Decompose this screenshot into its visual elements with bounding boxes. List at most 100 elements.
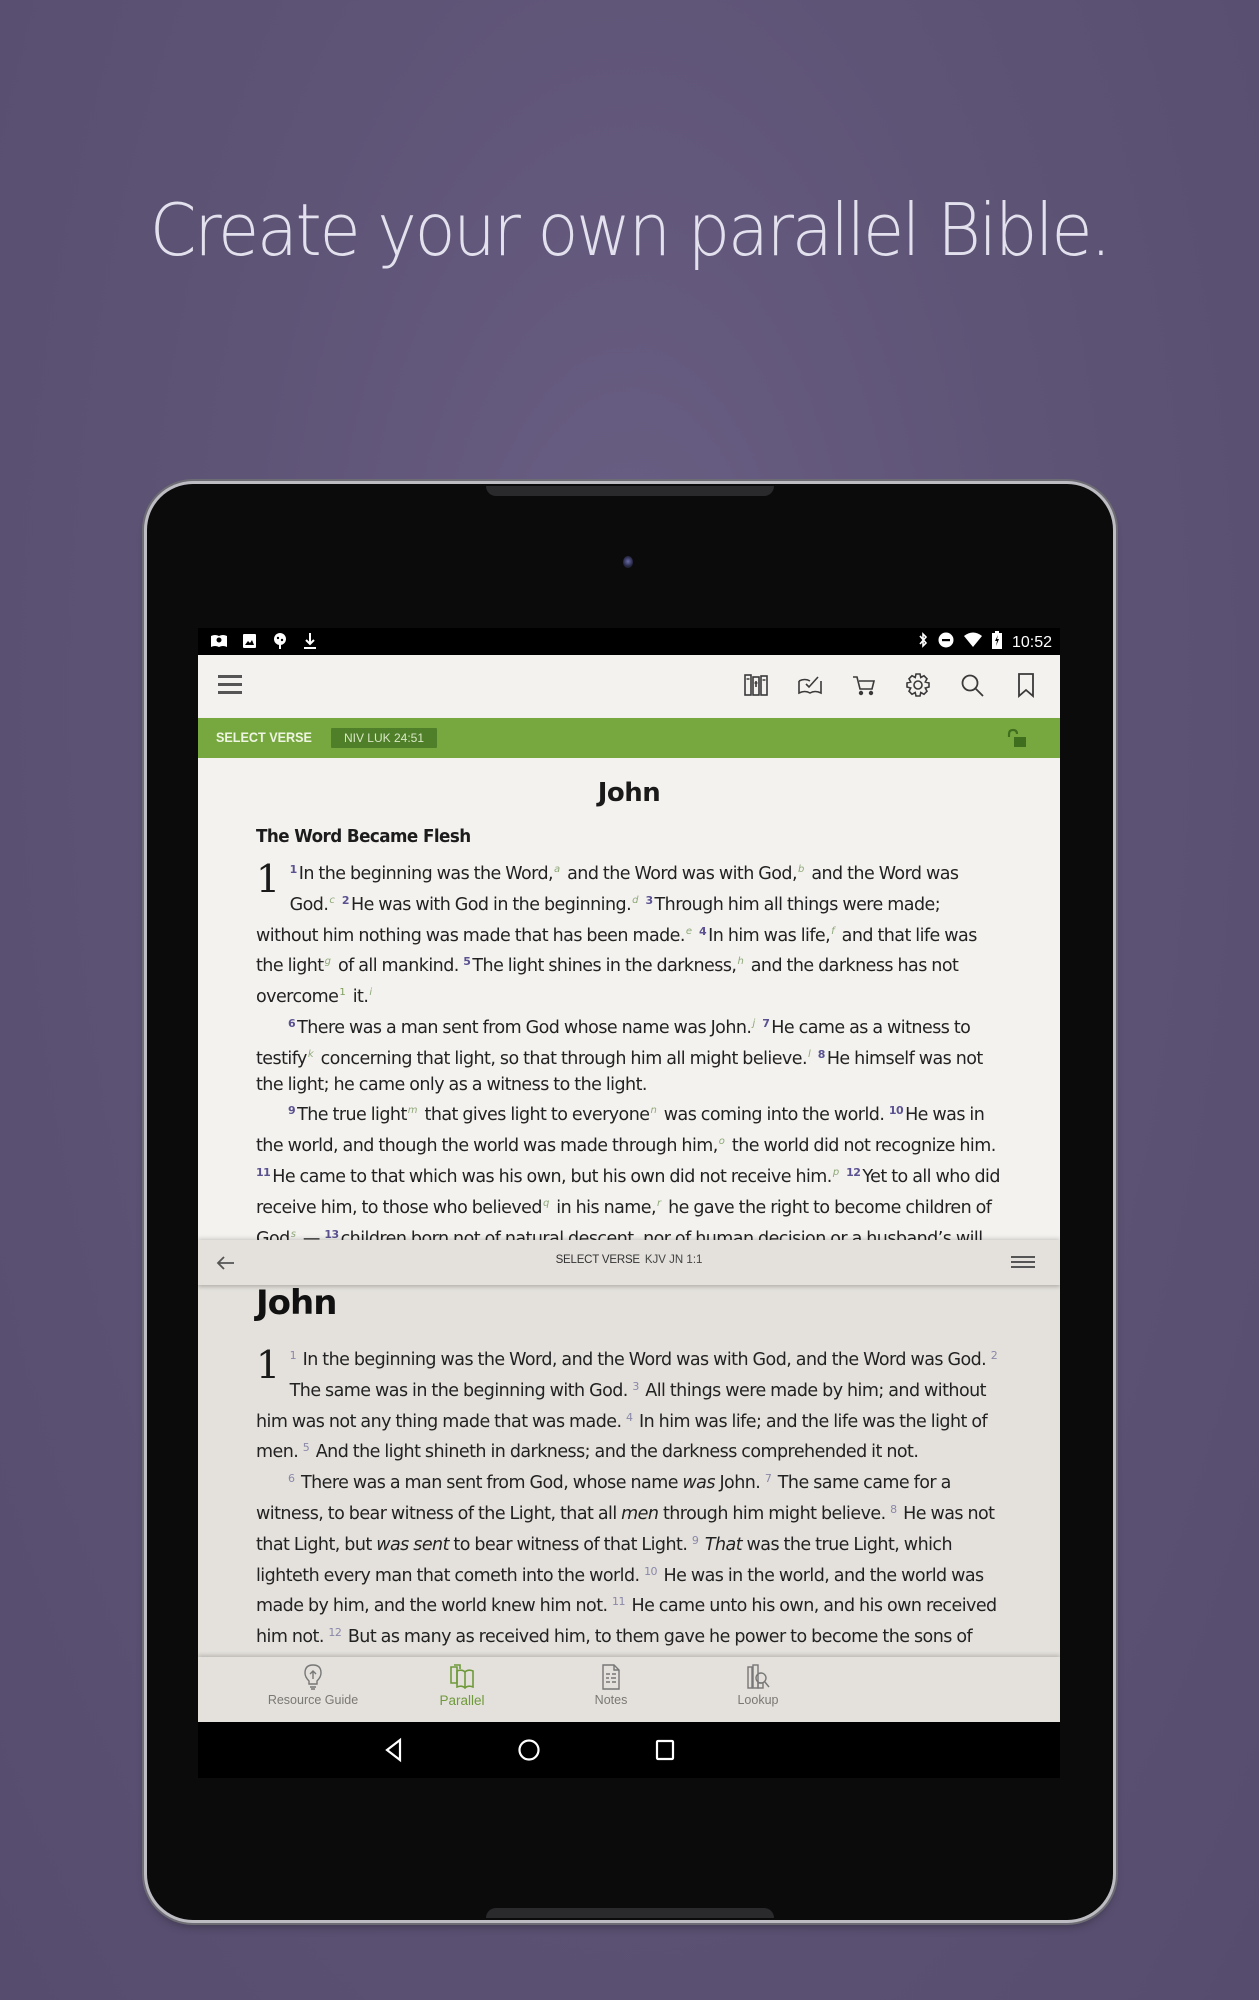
cross-reference-marker[interactable]: o xyxy=(719,1136,725,1147)
verse-text[interactable]: He came to that which was his own, but h… xyxy=(272,1167,832,1187)
paragraph: 6 There was a man sent from God, whose n… xyxy=(256,1466,1002,1657)
verse-text[interactable]: in his name, xyxy=(552,1198,656,1218)
bookmark-icon[interactable] xyxy=(1010,669,1042,701)
verse-text[interactable]: In him was life, xyxy=(708,926,831,946)
tab-resource-guide[interactable]: Resource Guide xyxy=(253,1663,373,1707)
verse-text[interactable]: concerning that light, so that through h… xyxy=(316,1049,808,1069)
select-verse-button[interactable]: SELECT VERSE xyxy=(556,1254,641,1266)
verse-text[interactable]: And the light shineth in darkness; and t… xyxy=(311,1442,919,1462)
verse-number[interactable]: 2 xyxy=(342,894,350,907)
verse-text[interactable]: There was a man sent from God, whose nam… xyxy=(296,1473,682,1493)
cross-reference-marker[interactable]: h xyxy=(737,956,743,967)
tab-parallel[interactable]: Parallel xyxy=(402,1663,522,1708)
verse-text[interactable]: the world did not recognize him. xyxy=(727,1136,996,1156)
cross-reference-marker[interactable]: b xyxy=(798,864,804,875)
hamburger-menu-icon[interactable] xyxy=(218,675,242,697)
verse-text[interactable]: He was with God in the beginning. xyxy=(351,895,632,915)
cross-reference-marker[interactable]: n xyxy=(650,1105,656,1116)
bible-app-icon xyxy=(210,633,228,654)
library-books-icon[interactable] xyxy=(740,669,772,701)
cross-reference-marker[interactable]: a xyxy=(554,864,560,875)
footnote-marker[interactable]: 1 xyxy=(339,987,345,998)
verse-text[interactable]: of all mankind. xyxy=(333,956,463,976)
verse-number[interactable]: 4 xyxy=(699,925,707,938)
verse-text[interactable]: The true light xyxy=(297,1105,407,1125)
verse-number[interactable]: 5 xyxy=(303,1441,310,1454)
verse-number[interactable]: 8 xyxy=(890,1503,897,1516)
cross-reference-marker[interactable]: m xyxy=(408,1105,418,1116)
niv-bible-text[interactable]: 1 1 In the beginning was the Word,a and th… xyxy=(256,857,1002,1240)
verse-number[interactable]: 11 xyxy=(612,1595,625,1608)
verse-number[interactable]: 3 xyxy=(632,1380,639,1393)
kjv-bible-text[interactable]: 11 In the beginning was the Word, and th… xyxy=(256,1343,1002,1657)
verse-number[interactable]: 9 xyxy=(288,1104,296,1117)
cross-reference-marker[interactable]: f xyxy=(831,926,835,937)
verse-number[interactable]: 5 xyxy=(463,955,471,968)
drag-handle-icon[interactable] xyxy=(1011,1256,1035,1271)
verse-number[interactable]: 4 xyxy=(626,1411,633,1424)
cross-reference-marker[interactable]: j xyxy=(752,1018,755,1029)
verse-number[interactable]: 12 xyxy=(846,1166,861,1179)
cross-reference-marker[interactable]: c xyxy=(329,895,334,906)
reference-label[interactable]: KJV JN 1:1 xyxy=(645,1254,703,1266)
italic-supplied-word[interactable]: was xyxy=(682,1473,715,1493)
cross-reference-marker[interactable]: q xyxy=(543,1198,549,1209)
verse-number[interactable]: 12 xyxy=(328,1626,341,1639)
cross-reference-marker[interactable]: e xyxy=(686,926,692,937)
verse-number[interactable]: 8 xyxy=(818,1048,826,1061)
verse-number[interactable]: 13 xyxy=(324,1228,339,1240)
verse-text[interactable]: that gives light to everyone xyxy=(420,1105,651,1125)
verse-text[interactable]: There was a man sent from God whose name… xyxy=(297,1018,752,1038)
verse-text[interactable]: The light shines in the darkness, xyxy=(472,956,737,976)
nav-home-icon[interactable] xyxy=(515,1736,543,1764)
cart-icon[interactable] xyxy=(848,669,880,701)
verse-number[interactable]: 3 xyxy=(645,894,653,907)
cross-reference-marker[interactable]: r xyxy=(657,1198,661,1209)
cross-reference-marker[interactable]: k xyxy=(308,1049,314,1060)
cross-reference-marker[interactable]: d xyxy=(632,895,638,906)
italic-supplied-word[interactable]: was sent xyxy=(376,1535,449,1555)
cross-reference-marker[interactable]: s xyxy=(291,1229,296,1240)
gear-icon[interactable] xyxy=(902,669,934,701)
verse-text[interactable]: to bear witness of that Light. xyxy=(449,1535,692,1555)
verse-number[interactable]: 10 xyxy=(889,1104,904,1117)
reading-plan-icon[interactable] xyxy=(794,669,826,701)
verse-text[interactable]: — xyxy=(298,1229,324,1240)
verse-text[interactable]: John. xyxy=(715,1473,765,1493)
verse-number[interactable]: 6 xyxy=(288,1472,295,1485)
cross-reference-marker[interactable]: i xyxy=(369,987,372,998)
verse-number[interactable]: 6 xyxy=(288,1017,296,1030)
reference-badge[interactable]: NIV LUK 24:51 xyxy=(331,728,437,748)
verse-number[interactable]: 9 xyxy=(692,1534,699,1547)
verse-number[interactable]: 7 xyxy=(762,1017,770,1030)
verse-number[interactable]: 2 xyxy=(991,1349,998,1362)
verse-text[interactable]: In the beginning was the Word, xyxy=(299,864,554,884)
bottom-bible-pane[interactable]: John 11 In the beginning was the Word, a… xyxy=(198,1285,1060,1657)
verse-number[interactable]: 1 xyxy=(290,1349,297,1362)
nav-recents-icon[interactable] xyxy=(651,1736,679,1764)
verse-number[interactable]: 10 xyxy=(644,1565,657,1578)
verse-number[interactable]: 11 xyxy=(256,1166,271,1179)
verse-text[interactable]: was coming into the world. xyxy=(659,1105,889,1125)
verse-text[interactable]: But as many as received him, to them gav… xyxy=(256,1627,973,1657)
verse-number[interactable]: 1 xyxy=(290,863,298,876)
verse-text[interactable]: The same was in the beginning with God. xyxy=(290,1381,633,1401)
search-icon[interactable] xyxy=(956,669,988,701)
verse-text[interactable]: through him might believe. xyxy=(658,1504,890,1524)
select-verse-button[interactable]: SELECT VERSE xyxy=(216,729,312,745)
cross-reference-marker[interactable]: g xyxy=(325,956,331,967)
cross-reference-marker[interactable]: l xyxy=(808,1049,811,1060)
verse-text[interactable]: children born not of natural descent, no… xyxy=(256,1229,988,1240)
italic-supplied-word[interactable]: men xyxy=(621,1504,659,1524)
verse-text[interactable]: and the Word was with God, xyxy=(563,864,797,884)
tab-lookup[interactable]: Lookup xyxy=(698,1663,818,1707)
top-bible-pane[interactable]: John The Word Became Flesh 1 1 In the begi… xyxy=(198,758,1060,1240)
verse-text[interactable]: In the beginning was the Word, and the W… xyxy=(298,1350,991,1370)
unlock-icon[interactable] xyxy=(1006,728,1028,748)
italic-supplied-word[interactable]: That xyxy=(705,1535,743,1555)
nav-back-icon[interactable] xyxy=(380,1736,408,1764)
tab-notes[interactable]: Notes xyxy=(551,1663,671,1707)
cross-reference-marker[interactable]: p xyxy=(833,1167,839,1178)
verse-number[interactable]: 7 xyxy=(765,1472,772,1485)
verse-text[interactable]: it. xyxy=(348,987,369,1007)
